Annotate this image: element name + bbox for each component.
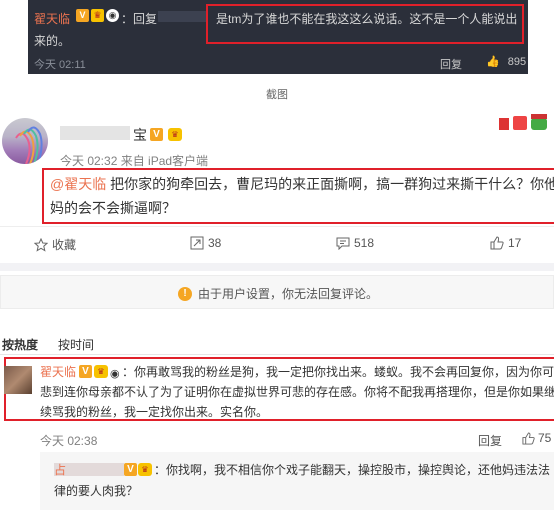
verified-icon: V	[124, 463, 138, 476]
reply-text: 占 V ♛ ：你找啊，我不相信你个戏子能翻天，操控股市，操控舆论，还他妈违法法律的要人…	[54, 460, 554, 502]
caption: 截图	[266, 89, 288, 101]
panda-icon: ◉	[110, 368, 120, 380]
screenshot-reply-link[interactable]: 回复	[440, 56, 462, 72]
user-badges: V	[66, 463, 138, 476]
highlight-box	[206, 4, 524, 44]
favorite-label: 收藏	[52, 238, 77, 252]
reply-user-name[interactable]: 占	[54, 463, 66, 477]
comment-reply-link[interactable]: 回复	[478, 432, 502, 449]
post-action-bar: 收藏 38 518 17	[0, 226, 554, 261]
comment-like-count: 75	[538, 431, 552, 445]
comment-count: 518	[354, 236, 375, 250]
blurred-name	[158, 11, 206, 22]
thumb-up-icon	[490, 236, 504, 250]
repost-button[interactable]: 38	[190, 236, 221, 250]
screenshot-like[interactable]: 👍 895	[486, 55, 526, 68]
screenshot-like-count: 895	[507, 56, 527, 68]
level-icon: ♛	[94, 365, 109, 378]
screenshot-reply-prefix: ：回复	[121, 12, 158, 26]
tab-time[interactable]: 按时间	[58, 336, 94, 353]
avatar-image	[15, 126, 43, 164]
warning-icon: !	[177, 286, 192, 301]
screenshot-time: 今天 02:11	[34, 59, 86, 71]
repost-count: 38	[208, 236, 222, 250]
verified-icon: V	[150, 128, 163, 141]
verified-icon: V	[76, 9, 89, 22]
level-icon: ♛	[168, 128, 182, 141]
post-body: 把你家的狗牵回去，曹尼玛的来正面撕啊，搞一群狗过来撕干什么？你他妈的会不会撕逼啊…	[50, 176, 554, 216]
avatar[interactable]	[2, 118, 48, 164]
author-name-suffix[interactable]: 宝	[133, 125, 147, 145]
star-icon	[34, 237, 48, 252]
comment-icon	[336, 237, 350, 250]
reply-disabled-notice: ! 由于用户设置，你无法回复评论。	[0, 275, 554, 309]
mention-link[interactable]: @翟天临	[50, 176, 106, 192]
like-button[interactable]: 17	[490, 236, 521, 250]
comment-text: 翟天临 V ♛ ◉ ：你再敢骂我的粉丝是狗，我一定把你找出来。蝼蚁。我不会再回复你，因为…	[40, 362, 554, 422]
avatar[interactable]	[4, 366, 32, 394]
verified-icon: V	[79, 365, 93, 378]
like-count: 17	[508, 236, 522, 250]
level-icon-wrap: ♛	[138, 463, 154, 476]
favorite-button[interactable]: 收藏	[34, 236, 76, 253]
thumb-up-icon: 👍	[486, 56, 500, 68]
comment-time: 今天 02:38	[40, 434, 98, 448]
tab-hot[interactable]: 按热度	[2, 336, 38, 353]
repost-icon	[190, 236, 204, 250]
comment-button[interactable]: 518	[336, 236, 374, 250]
user-badges: V ♛ ◉	[76, 365, 122, 380]
thumb-up-icon	[522, 431, 535, 445]
blurred-author-name	[60, 126, 130, 140]
panda-icon: ◉	[106, 9, 119, 22]
notice-text: 由于用户设置，你无法回复评论。	[197, 287, 378, 301]
screenshot-user-name: 翟天临	[34, 12, 71, 26]
post-text: @翟天临 把你家的狗牵回去，曹尼玛的来正面撕啊，搞一群狗过来撕干什么？你他妈的会…	[50, 172, 554, 220]
level-icon: ♛	[138, 463, 153, 476]
screenshot-text-line2: 来的。	[34, 34, 71, 48]
comment-user-name[interactable]: 翟天临	[40, 365, 76, 379]
comment-like-button[interactable]: 75	[522, 431, 551, 445]
decoration-icon	[497, 112, 551, 134]
divider	[0, 263, 554, 271]
embedded-screenshot: 翟天临 V ♛ ◉ ：回复 是tm为了谁也不能在我这这么说话。这不是一个人能说出…	[28, 0, 528, 74]
divider	[0, 354, 554, 355]
level-icon: ♛	[91, 9, 104, 22]
post-meta: 今天 02:32 来自 iPad客户端	[60, 154, 209, 168]
